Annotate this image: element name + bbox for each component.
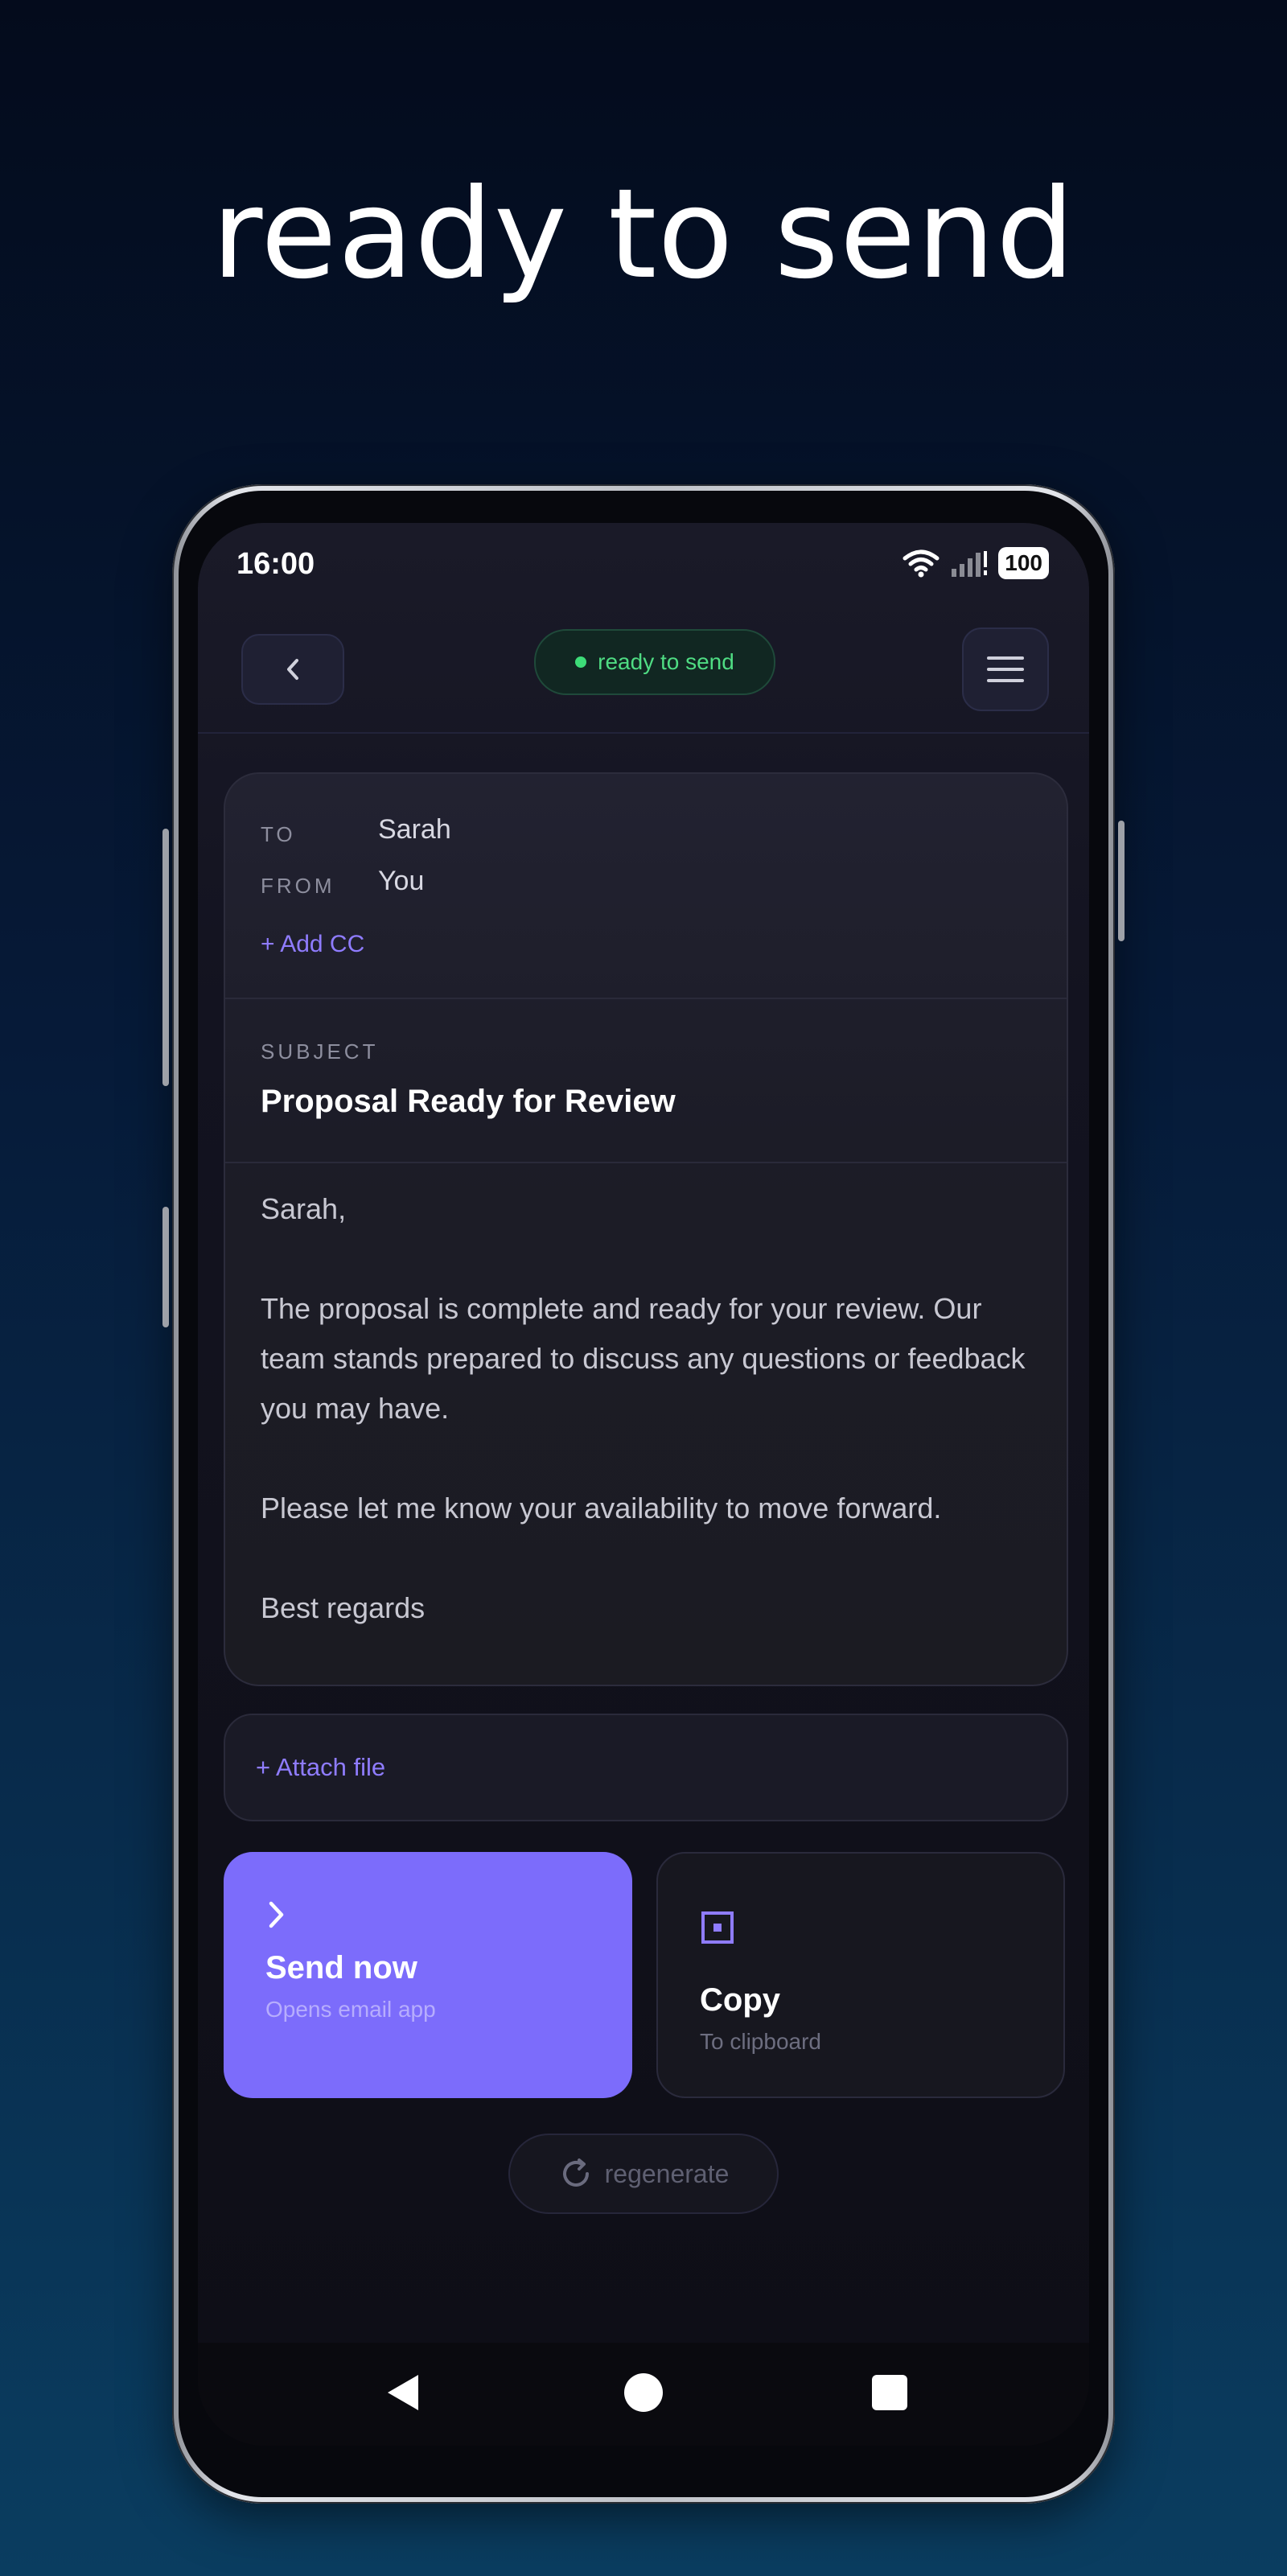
divider [225, 998, 1067, 999]
status-icons: 100 [902, 545, 1049, 581]
chevron-left-icon [287, 659, 298, 680]
from-label: FROM [261, 874, 335, 898]
signal-icon [952, 551, 988, 577]
status-dot [575, 656, 587, 668]
refresh-icon [562, 2158, 589, 2187]
status-bar: 16:00 100 [198, 523, 1089, 611]
copy-button[interactable]: Copy To clipboard [656, 1852, 1065, 2098]
menu-icon [987, 656, 1024, 660]
email-greeting: Sarah, [261, 1192, 347, 1225]
send-now-subtitle: Opens email app [265, 1997, 436, 2022]
divider [225, 1162, 1067, 1163]
email-paragraph: The proposal is complete and ready for y… [261, 1292, 1026, 1425]
copy-icon [701, 1911, 734, 1944]
subject-field[interactable]: Proposal Ready for Review [261, 1084, 676, 1120]
email-paragraph: Please let me know your availability to … [261, 1492, 942, 1525]
attach-file-button[interactable]: + Attach file [224, 1714, 1068, 1821]
battery-indicator: 100 [998, 547, 1049, 579]
to-label: TO [261, 822, 296, 846]
nav-home-icon[interactable] [621, 2370, 666, 2415]
email-body[interactable]: Sarah, The proposal is complete and read… [261, 1184, 1033, 1633]
status-badge-label: ready to send [598, 649, 734, 674]
from-field[interactable]: You [378, 866, 424, 897]
regenerate-label: regenerate [604, 2158, 730, 2188]
phone-side-button [1118, 821, 1125, 941]
back-button[interactable] [241, 634, 344, 705]
subject-label: SUBJECT [261, 1039, 379, 1064]
nav-back-icon[interactable] [383, 2370, 421, 2415]
chevron-right-icon [269, 1901, 284, 1928]
email-card: TO Sarah FROM You + Add CC SUBJECT Propo… [224, 772, 1068, 1686]
add-cc-button[interactable]: + Add CC [261, 931, 364, 958]
menu-button[interactable] [962, 628, 1049, 711]
status-badge: ready to send [534, 629, 775, 695]
attach-file-label: + Attach file [256, 1753, 386, 1781]
hero-title: ready to send [212, 163, 1075, 307]
email-signoff: Best regards [261, 1591, 426, 1624]
nav-recents-icon[interactable] [870, 2373, 909, 2412]
copy-subtitle: To clipboard [700, 2029, 821, 2054]
phone-side-button [162, 829, 169, 1086]
wifi-icon [903, 549, 940, 578]
to-field[interactable]: Sarah [378, 814, 451, 846]
app-bar: ready to send [198, 619, 1089, 734]
send-now-title: Send now [265, 1950, 417, 1985]
status-time: 16:00 [236, 547, 315, 581]
phone-side-button [162, 1207, 169, 1327]
phone-screen: 16:00 100 ready to send TO Sarah FROM Yo… [198, 523, 1089, 2446]
send-now-button[interactable]: Send now Opens email app [224, 1852, 632, 2098]
regenerate-button[interactable]: regenerate [508, 2134, 779, 2214]
navigation-bar [198, 2343, 1089, 2446]
copy-title: Copy [700, 1982, 780, 2018]
